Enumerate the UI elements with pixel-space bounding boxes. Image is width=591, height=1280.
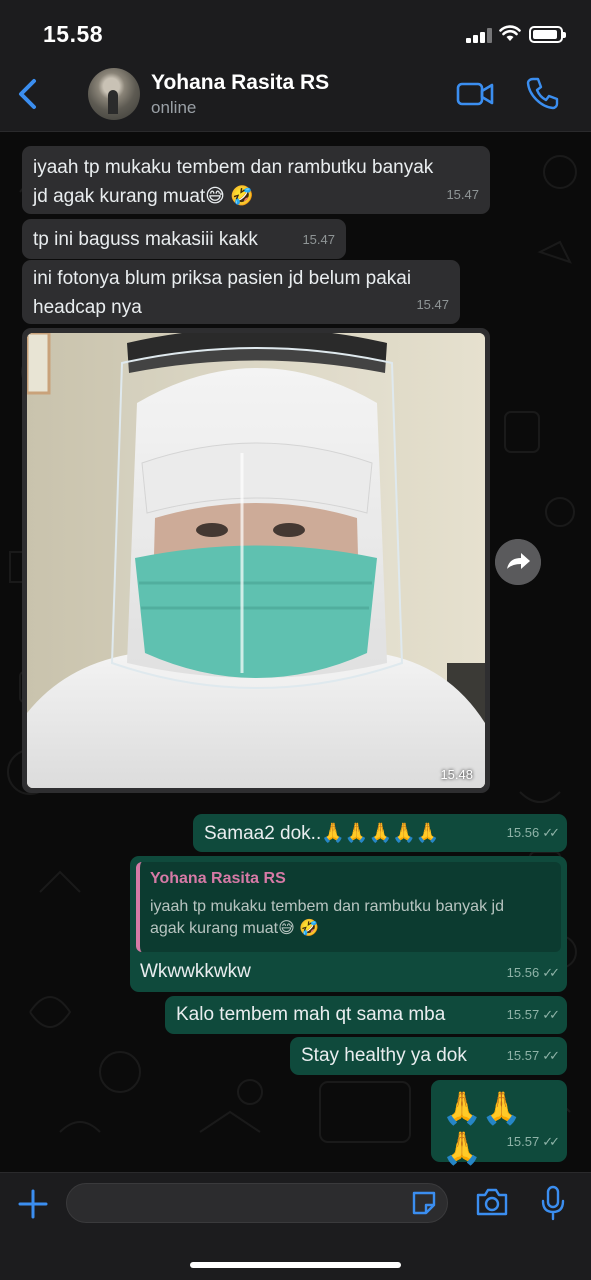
- chat-header: Yohana Rasita RS online: [0, 58, 591, 132]
- phone-icon[interactable]: [526, 76, 560, 110]
- photo-image[interactable]: 15.48: [27, 333, 485, 788]
- contact-name[interactable]: Yohana Rasita RS: [151, 71, 329, 95]
- message-meta: 15.57 ✓✓: [506, 1000, 560, 1029]
- message-bubble-outgoing[interactable]: 🙏🙏🙏 15.57 ✓✓: [431, 1080, 567, 1166]
- message-time: 15.48: [440, 767, 473, 782]
- sticker-icon[interactable]: [410, 1189, 438, 1217]
- read-receipt-icon: ✓✓: [542, 965, 560, 980]
- reply-quote[interactable]: Yohana Rasita RS iyaah tp mukaku tembem …: [136, 862, 561, 952]
- message-bubble-outgoing[interactable]: Stay healthy ya dok 15.57 ✓✓: [290, 1037, 567, 1075]
- avatar[interactable]: [88, 68, 140, 120]
- photo-message[interactable]: 15.48: [22, 328, 490, 793]
- message-bubble-outgoing[interactable]: Kalo tembem mah qt sama mba 15.57 ✓✓: [165, 996, 567, 1034]
- message-text: jd agak kurang muat😅 🤣: [33, 186, 254, 207]
- message-text: iyaah tp mukaku tembem dan rambutku bany…: [33, 157, 434, 178]
- quote-text-line: agak kurang muat😅 🤣: [150, 920, 320, 937]
- message-meta: 15.56 ✓✓: [506, 818, 560, 847]
- quote-text: iyaah tp mukaku tembem dan rambutku bany…: [150, 896, 551, 940]
- quote-text-line: iyaah tp mukaku tembem dan rambutku bany…: [150, 898, 504, 915]
- message-bubble-outgoing[interactable]: Samaa2 dok..🙏🙏🙏🙏🙏 15.56 ✓✓: [193, 814, 567, 852]
- chat-area[interactable]: iyaah tp mukaku tembem dan rambutku bany…: [0, 132, 591, 1172]
- message-time: 15.57: [506, 1007, 540, 1022]
- message-meta: 15.57 ✓✓: [506, 1127, 560, 1156]
- status-bar: 15.58: [0, 0, 591, 58]
- message-text: Kalo tembem mah qt sama mba: [176, 1004, 446, 1025]
- contact-status: online: [151, 98, 197, 117]
- message-bubble-incoming[interactable]: ini fotonya blum priksa pasien jd belum …: [22, 260, 460, 324]
- camera-icon[interactable]: [475, 1187, 509, 1217]
- message-time: 15.47: [416, 297, 449, 312]
- message-text: tp ini baguss makasiii kakk: [33, 229, 258, 250]
- message-text: headcap nya: [33, 297, 142, 318]
- microphone-icon[interactable]: [540, 1185, 566, 1221]
- back-chevron-icon[interactable]: [14, 76, 44, 112]
- read-receipt-icon: ✓✓: [542, 1134, 560, 1149]
- message-time: 15.56: [506, 825, 540, 840]
- read-receipt-icon: ✓✓: [542, 1007, 560, 1022]
- photo-illustration: [27, 333, 485, 788]
- status-time: 15.58: [43, 21, 104, 47]
- message-bubble-incoming[interactable]: iyaah tp mukaku tembem dan rambutku bany…: [22, 146, 490, 214]
- message-bubble-outgoing[interactable]: Yohana Rasita RS iyaah tp mukaku tembem …: [130, 856, 567, 992]
- cellular-signal-icon: [466, 27, 492, 43]
- message-text: Wkwwkkwkw: [140, 961, 251, 982]
- forward-icon[interactable]: [495, 539, 541, 585]
- message-time: 15.57: [506, 1134, 540, 1149]
- message-time: 15.57: [506, 1048, 540, 1063]
- wifi-icon: [499, 25, 521, 41]
- message-meta: 15.57 ✓✓: [506, 1041, 560, 1070]
- message-bubble-incoming[interactable]: tp ini baguss makasiii kakk 15.47: [22, 219, 346, 259]
- message-time: 15.47: [302, 232, 335, 247]
- home-indicator[interactable]: [190, 1262, 401, 1268]
- video-call-icon[interactable]: [456, 80, 494, 108]
- battery-icon: [529, 26, 566, 43]
- message-text: ini fotonya blum priksa pasien jd belum …: [33, 268, 412, 289]
- message-text: Samaa2 dok..🙏🙏🙏🙏🙏: [204, 823, 440, 844]
- message-time: 15.47: [446, 187, 479, 202]
- message-time: 15.56: [506, 965, 540, 980]
- message-meta: 15.56 ✓✓: [506, 958, 560, 987]
- quote-author: Yohana Rasita RS: [150, 870, 286, 887]
- read-receipt-icon: ✓✓: [542, 825, 560, 840]
- read-receipt-icon: ✓✓: [542, 1048, 560, 1063]
- message-input[interactable]: [66, 1183, 448, 1223]
- plus-icon[interactable]: [16, 1187, 50, 1221]
